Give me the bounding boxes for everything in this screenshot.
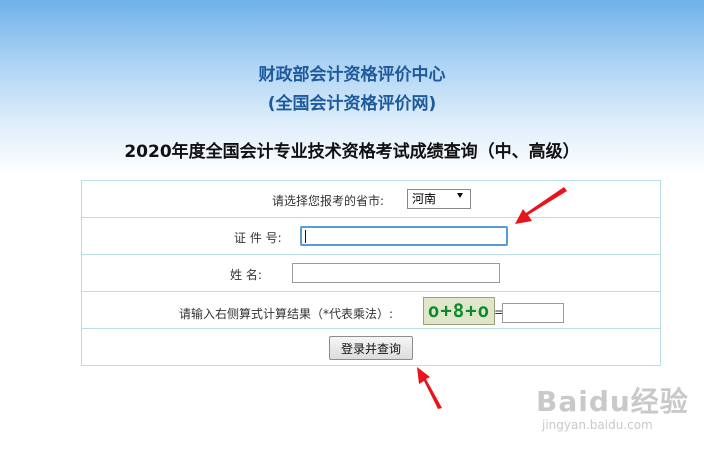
- province-select[interactable]: 河南: [407, 189, 471, 209]
- site-title: 财政部会计资格评价中心: [258, 65, 446, 85]
- red-arrow-icon: [515, 187, 567, 224]
- text-cursor: [305, 230, 306, 243]
- watermark-url: jingyan.baidu.com: [542, 418, 653, 432]
- captcha-row: 请输入右侧算式计算结果（*代表乘法）: o+8+o =: [82, 292, 660, 329]
- submit-row: 登录并查询: [82, 329, 660, 366]
- captcha-input[interactable]: [502, 303, 564, 323]
- query-form: 请选择您报考的省市: 河南 证 件 号: 姓 名: 请输入右侧算式计算结果（*代…: [81, 180, 661, 366]
- name-label: 姓 名:: [230, 268, 262, 282]
- baidu-watermark: Baidu经验 jingyan.baidu.com: [536, 380, 689, 432]
- exam-title: 2020年度全国会计专业技术资格考试成绩查询（中、高级）: [124, 142, 580, 162]
- id-row: 证 件 号:: [82, 218, 660, 255]
- watermark-logo-text: Baidu经验: [536, 385, 689, 418]
- captcha-label: 请输入右侧算式计算结果（*代表乘法）:: [179, 307, 394, 321]
- login-query-button[interactable]: 登录并查询: [329, 336, 413, 360]
- id-number-input[interactable]: [300, 226, 508, 246]
- red-arrow-icon: [417, 367, 442, 409]
- site-subtitle: (全国会计资格评价网): [267, 94, 437, 114]
- captcha-image[interactable]: o+8+o: [423, 297, 495, 325]
- name-input[interactable]: [292, 263, 500, 283]
- province-row: 请选择您报考的省市: 河南: [82, 181, 660, 218]
- province-label: 请选择您报考的省市:: [272, 194, 385, 208]
- name-row: 姓 名:: [82, 255, 660, 292]
- id-label: 证 件 号:: [234, 231, 282, 245]
